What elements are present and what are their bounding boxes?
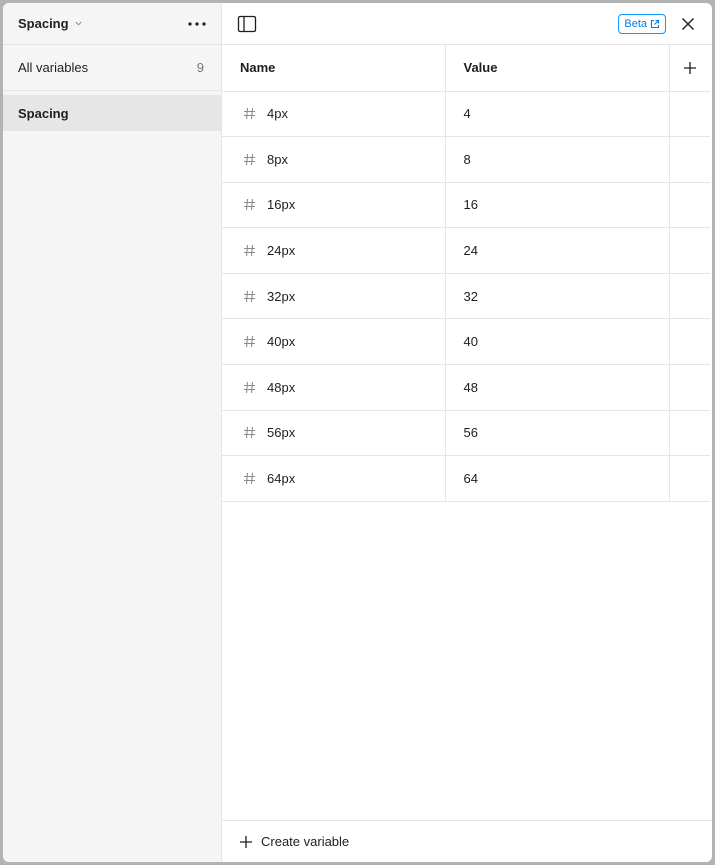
variable-value-cell[interactable]: 4 <box>445 91 670 138</box>
variable-name-cell[interactable]: 64px <box>222 455 446 502</box>
variable-value: 4 <box>463 106 471 122</box>
variable-value: 16 <box>463 197 478 213</box>
table-row[interactable]: 16px 16 <box>222 182 710 229</box>
empty-cell <box>669 227 710 274</box>
create-variable-label: Create variable <box>261 834 350 849</box>
column-header-value[interactable]: Value <box>445 45 670 92</box>
empty-cell <box>669 455 710 502</box>
sidebar: Spacing All variables 9 Spacing <box>3 3 222 862</box>
beta-label: Beta <box>624 17 647 30</box>
sidebar-item-spacing-group[interactable]: Spacing <box>3 95 221 131</box>
variable-name: 48px <box>267 379 296 395</box>
variable-value: 8 <box>463 151 471 167</box>
table-row[interactable]: 64px 64 <box>222 455 710 502</box>
empty-cell <box>669 318 710 366</box>
plus-icon <box>684 61 696 74</box>
collection-switcher[interactable]: Spacing <box>18 16 83 31</box>
table-body: 4px 4 8px 8 16px 16 24px 24 32px 32 40px… <box>222 91 710 502</box>
empty-cell <box>669 136 710 183</box>
table-row[interactable]: 48px 48 <box>222 364 710 411</box>
variable-value: 48 <box>463 379 478 395</box>
plus-icon <box>240 835 252 848</box>
variable-name: 64px <box>267 471 296 487</box>
hash-icon <box>244 199 255 211</box>
hash-icon <box>244 336 255 348</box>
hash-icon <box>244 427 255 439</box>
column-header-name[interactable]: Name <box>222 45 446 92</box>
sidebar-toggle-button[interactable] <box>235 12 259 36</box>
variable-value-cell[interactable]: 48 <box>445 364 670 411</box>
group-label: Spacing <box>18 105 69 121</box>
table-row[interactable]: 24px 24 <box>222 227 710 274</box>
top-bar: Beta <box>222 3 712 45</box>
hash-icon <box>244 381 255 393</box>
close-button[interactable] <box>676 12 700 36</box>
beta-badge[interactable]: Beta <box>618 13 666 34</box>
add-column-button[interactable] <box>670 46 711 90</box>
variable-name-cell[interactable]: 56px <box>222 410 446 457</box>
hash-icon <box>244 153 255 165</box>
variable-name: 32px <box>267 288 296 304</box>
table-row[interactable]: 56px 56 <box>222 410 710 457</box>
hash-icon <box>244 290 255 302</box>
variable-value-cell[interactable]: 16 <box>445 182 670 229</box>
table-row[interactable]: 4px 4 <box>222 91 710 138</box>
empty-cell <box>669 364 710 411</box>
variable-name: 8px <box>267 151 288 167</box>
more-horizontal-icon <box>188 21 206 26</box>
chevron-down-icon <box>75 21 82 26</box>
variable-name-cell[interactable]: 24px <box>222 227 446 274</box>
variables-table: Name Value 4px 4 8px 8 16px 16 24px 24 3… <box>222 45 710 502</box>
variable-value: 64 <box>463 471 478 487</box>
sidebar-item-all-variables[interactable]: All variables 9 <box>3 45 221 91</box>
empty-cell <box>669 91 710 138</box>
table-header-row: Name Value <box>222 45 711 92</box>
collection-title: Spacing <box>18 16 69 31</box>
create-variable-button[interactable]: Create variable <box>222 820 712 862</box>
variable-name-cell[interactable]: 32px <box>222 273 446 320</box>
more-options-button[interactable] <box>185 12 209 36</box>
variable-value: 24 <box>463 243 478 259</box>
table-row[interactable]: 32px 32 <box>222 273 710 320</box>
variable-value: 56 <box>463 425 478 441</box>
empty-cell <box>669 273 710 320</box>
variable-name: 4px <box>267 106 288 122</box>
variable-name-cell[interactable]: 40px <box>222 318 446 366</box>
variable-value: 32 <box>463 288 478 304</box>
variable-name: 24px <box>267 243 296 259</box>
table-row[interactable]: 8px 8 <box>222 136 710 183</box>
hash-icon <box>244 245 255 257</box>
variable-value: 40 <box>463 334 478 350</box>
close-icon <box>682 17 694 30</box>
table-row[interactable]: 40px 40 <box>222 318 710 366</box>
hash-icon <box>244 108 255 120</box>
variable-name: 56px <box>267 425 296 441</box>
variable-value-cell[interactable]: 32 <box>445 273 670 320</box>
variable-value-cell[interactable]: 24 <box>445 227 670 274</box>
variable-value-cell[interactable]: 64 <box>445 455 670 502</box>
variable-value-cell[interactable]: 56 <box>445 410 670 457</box>
empty-cell <box>669 410 710 457</box>
variable-name-cell[interactable]: 16px <box>222 182 446 229</box>
variable-name-cell[interactable]: 8px <box>222 136 446 183</box>
sidebar-header: Spacing <box>3 3 221 45</box>
variable-name-cell[interactable]: 4px <box>222 91 446 138</box>
all-variables-label: All variables <box>18 60 89 75</box>
sidebar-toggle-icon <box>237 15 257 32</box>
variable-name-cell[interactable]: 48px <box>222 364 446 411</box>
variables-window: Spacing All variables 9 Spacing Beta Nam… <box>3 3 712 862</box>
variable-value-cell[interactable]: 8 <box>445 136 670 183</box>
variable-name: 40px <box>267 334 296 350</box>
add-column-cell <box>669 45 711 92</box>
hash-icon <box>244 472 255 485</box>
external-link-icon <box>650 19 660 28</box>
main-panel: Beta Name Value 4px 4 8px 8 16px 16 24px… <box>222 3 712 862</box>
all-variables-count: 9 <box>196 60 204 75</box>
variable-value-cell[interactable]: 40 <box>445 318 670 366</box>
variable-name: 16px <box>267 197 296 213</box>
empty-cell <box>669 182 710 229</box>
